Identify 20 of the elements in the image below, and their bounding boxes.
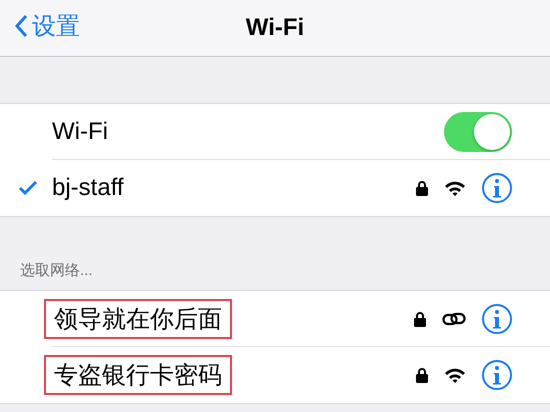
wifi-label: Wi-Fi (52, 118, 109, 146)
info-button[interactable] (482, 304, 512, 334)
network-row[interactable]: 领导就在你后面 (0, 291, 550, 347)
info-icon (491, 365, 503, 385)
wifi-icon (444, 180, 466, 196)
chevron-icon (14, 14, 28, 38)
info-button[interactable] (482, 360, 512, 390)
network-name: 专盗银行卡密码 (44, 355, 232, 395)
section-header: 选取网络... (20, 261, 93, 280)
network-name: 领导就在你后面 (44, 299, 232, 339)
wifi-icon (444, 366, 466, 384)
network-row[interactable]: 专盗银行卡密码 (0, 347, 550, 403)
info-button[interactable] (482, 173, 512, 203)
link-icon (442, 311, 466, 327)
wifi-toggle[interactable] (444, 112, 512, 152)
network-name: bj-staff (52, 174, 125, 202)
info-icon (491, 309, 503, 329)
back-button[interactable]: 设置 (14, 10, 80, 42)
info-icon (491, 178, 503, 198)
nav-title: Wi-Fi (246, 14, 304, 42)
